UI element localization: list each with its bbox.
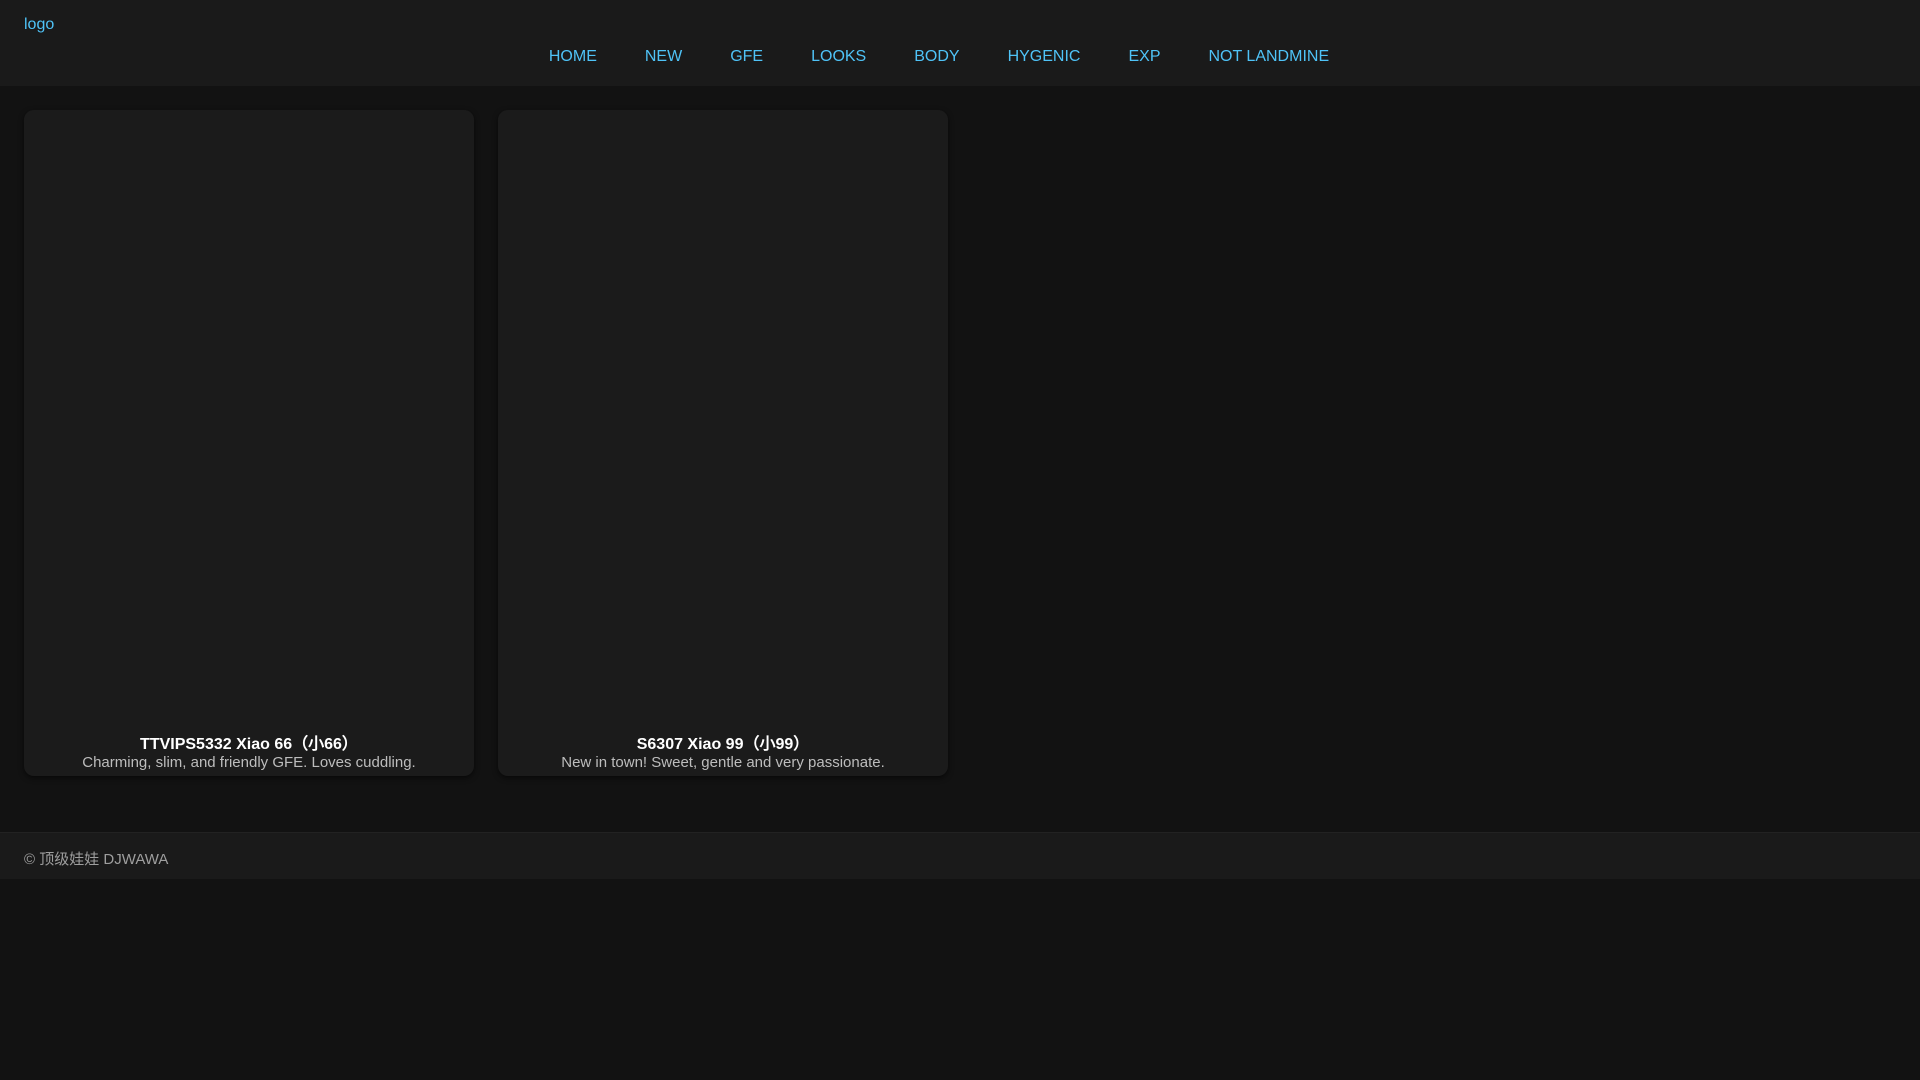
main-nav: HOME NEW GFE LOOKS BODY HYGENIC EXP NOT … (0, 47, 1920, 67)
site-footer: © 顶级娃娃 DJWAWA (0, 832, 1920, 879)
profile-image[interactable] (498, 110, 948, 710)
profile-card[interactable]: S6307 Xiao 99（小99） New in town! Sweet, g… (498, 110, 948, 776)
profile-image[interactable] (24, 110, 474, 710)
profile-card[interactable]: TTVIPS5332 Xiao 66（小66） Charming, slim, … (24, 110, 474, 776)
profile-description: New in town! Sweet, gentle and very pass… (561, 754, 885, 771)
nav-item-looks[interactable]: LOOKS (787, 47, 890, 67)
logo[interactable]: logo (24, 16, 54, 34)
copyright-text: © 顶级娃娃 DJWAWA (24, 851, 169, 868)
logo-alt-text: logo (24, 16, 55, 33)
nav-item-home[interactable]: HOME (525, 47, 621, 67)
nav-item-gfe[interactable]: GFE (706, 47, 787, 67)
nav-item-new[interactable]: NEW (621, 47, 706, 67)
profile-title[interactable]: S6307 Xiao 99（小99） (498, 730, 948, 754)
site-header: logo HOME NEW GFE LOOKS BODY HYGENIC EXP… (0, 0, 1920, 86)
profile-grid: TTVIPS5332 Xiao 66（小66） Charming, slim, … (24, 110, 948, 776)
profile-title[interactable]: TTVIPS5332 Xiao 66（小66） (24, 730, 474, 754)
nav-item-exp[interactable]: EXP (1104, 47, 1184, 67)
nav-item-hygenic[interactable]: HYGENIC (984, 47, 1105, 67)
nav-item-not-landmine[interactable]: NOT LANDMINE (1185, 47, 1354, 67)
profile-description: Charming, slim, and friendly GFE. Loves … (82, 754, 416, 771)
nav-item-body[interactable]: BODY (890, 47, 983, 67)
